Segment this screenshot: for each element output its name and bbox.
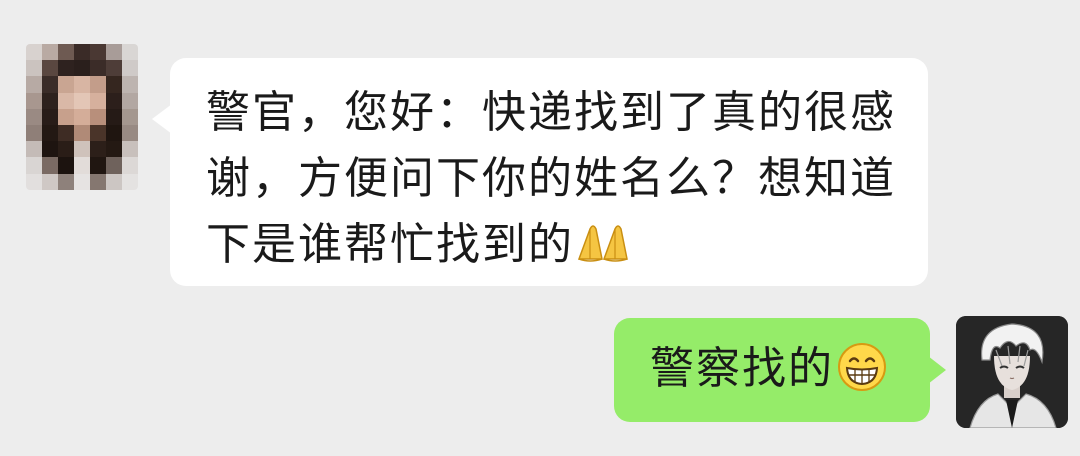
incoming-message-bubble[interactable]: 警官，您好：快递找到了真的很感 谢，方便问下你的姓名么？想知道 下是谁帮忙找到的 <box>170 58 928 286</box>
avatar-mosaic <box>26 44 138 190</box>
pixelated-avatar-icon[interactable] <box>26 44 138 190</box>
incoming-message-row: 警官，您好：快递找到了真的很感 谢，方便问下你的姓名么？想知道 下是谁帮忙找到的 <box>0 0 1080 300</box>
chat-window: 警官，您好：快递找到了真的很感 谢，方便问下你的姓名么？想知道 下是谁帮忙找到的… <box>0 0 1080 456</box>
praying-hands-icon <box>577 225 628 262</box>
incoming-message-text: 警官，您好：快递找到了真的很感 谢，方便问下你的姓名么？想知道 下是谁帮忙找到的 <box>206 87 896 270</box>
outgoing-bubble-tail <box>928 356 946 384</box>
incoming-bubble-tail <box>152 104 172 134</box>
anime-boy-avatar-icon[interactable] <box>956 316 1068 428</box>
outgoing-message-bubble[interactable]: 警察找的 <box>614 318 930 422</box>
outgoing-message-row: 警察找的 <box>0 300 1080 456</box>
outgoing-message-text: 警察找的 <box>650 343 834 394</box>
grinning-face-icon <box>838 343 886 391</box>
anime-boy-avatar-art <box>956 316 1068 428</box>
